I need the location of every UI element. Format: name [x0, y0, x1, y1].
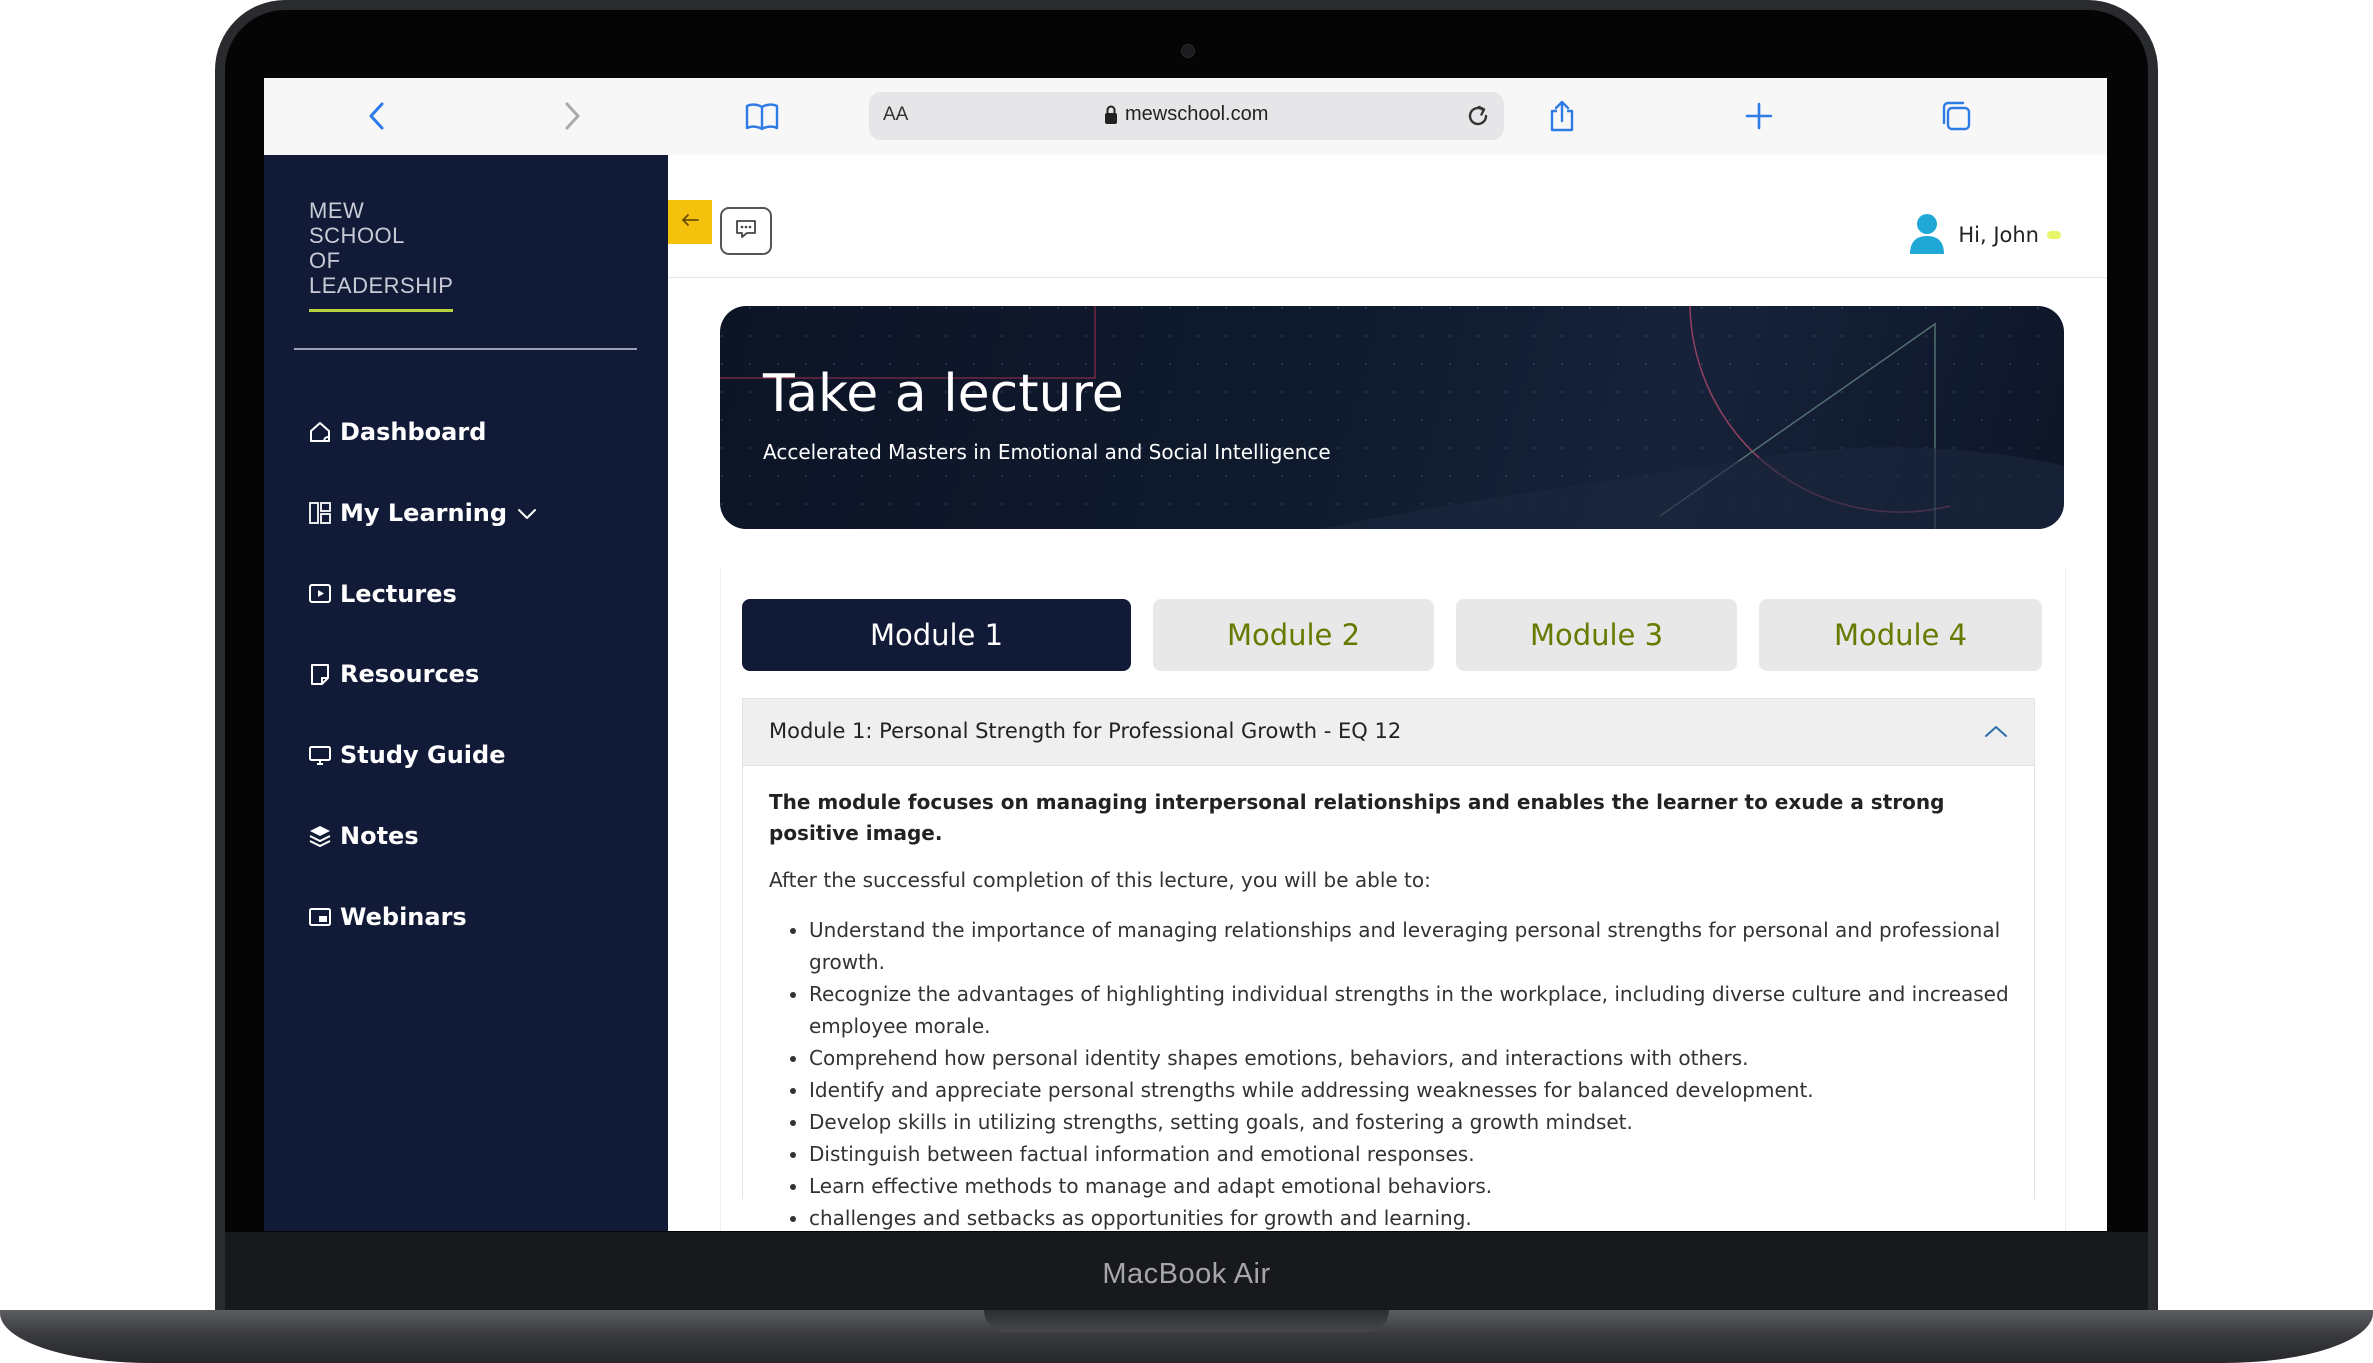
logo-underline	[309, 309, 453, 312]
layout-icon	[308, 501, 332, 525]
sidebar: MEW SCHOOL OF LEADERSHIP Dashboard My Le…	[264, 155, 668, 1231]
sidebar-item-my-learning[interactable]: My Learning	[308, 499, 537, 527]
layers-icon	[308, 824, 332, 848]
list-item: Learn effective methods to manage and ad…	[809, 1170, 2009, 1202]
sidebar-item-notes[interactable]: Notes	[308, 822, 419, 850]
user-greeting: Hi, John	[1958, 223, 2039, 247]
sidebar-item-resources[interactable]: Resources	[308, 660, 479, 688]
tab-module-3[interactable]: Module 3	[1456, 599, 1737, 671]
hero-subtitle: Accelerated Masters in Emotional and Soc…	[763, 440, 1331, 464]
play-icon	[308, 582, 332, 606]
list-item: Recognize the advantages of highlighting…	[809, 978, 2009, 1042]
url-text: mewschool.com	[1125, 103, 1269, 125]
module-title: Module 1: Personal Strength for Professi…	[769, 719, 1402, 743]
bookmarks-icon[interactable]	[742, 96, 782, 136]
device-label: MacBook Air	[1102, 1258, 1271, 1290]
sidebar-item-dashboard[interactable]: Dashboard	[308, 418, 486, 446]
hero-title: Take a lecture	[763, 364, 1124, 424]
user-menu[interactable]: Hi, John	[1908, 212, 2061, 258]
screen: AA mewschool.com MEW SCHOOL OF LEADERSHI…	[264, 78, 2107, 1231]
avatar-icon	[1908, 212, 1946, 258]
chevron-up-icon[interactable]	[1984, 723, 2008, 742]
accordion-header[interactable]: Module 1: Personal Strength for Professi…	[743, 699, 2034, 766]
tab-module-4[interactable]: Module 4	[1759, 599, 2042, 671]
document-icon	[308, 662, 332, 686]
learning-outcomes-list: Understand the importance of managing re…	[769, 914, 2009, 1231]
reload-icon[interactable]	[1464, 102, 1492, 134]
list-item: challenges and setbacks as opportunities…	[809, 1202, 2009, 1231]
camera	[1181, 44, 1195, 58]
module-tabs: Module 1 Module 2 Module 3 Module 4	[742, 599, 2042, 671]
chevron-down-icon[interactable]	[517, 499, 537, 527]
accordion-body: The module focuses on managing interpers…	[769, 787, 2009, 1231]
back-chevron-icon[interactable]	[357, 96, 397, 136]
list-item: Develop skills in utilizing strengths, s…	[809, 1106, 2009, 1138]
sidebar-divider	[294, 348, 637, 350]
tab-module-2[interactable]: Module 2	[1153, 599, 1434, 671]
lock-icon	[1103, 104, 1119, 130]
list-item: Comprehend how personal identity shapes …	[809, 1042, 2009, 1074]
module-accordion: Module 1: Personal Strength for Professi…	[742, 698, 2035, 1230]
status-indicator	[2047, 231, 2061, 239]
list-item: Identify and appreciate personal strengt…	[809, 1074, 2009, 1106]
browser-toolbar: AA mewschool.com	[264, 78, 2107, 156]
module-intro: After the successful completion of this …	[769, 868, 1431, 892]
sidebar-item-webinars[interactable]: Webinars	[308, 903, 467, 931]
tabs-overview-icon[interactable]	[1936, 96, 1976, 136]
list-item: Distinguish between factual information …	[809, 1138, 2009, 1170]
address-bar[interactable]: AA mewschool.com	[869, 92, 1504, 140]
sidebar-item-study-guide[interactable]: Study Guide	[308, 741, 506, 769]
chat-button[interactable]	[720, 207, 772, 255]
hero-banner: Take a lecture Accelerated Masters in Em…	[720, 306, 2064, 529]
picture-in-picture-icon	[308, 905, 332, 929]
sidebar-item-lectures[interactable]: Lectures	[308, 580, 457, 608]
text-size-button[interactable]: AA	[883, 104, 908, 126]
new-tab-plus-icon[interactable]	[1739, 96, 1779, 136]
tab-module-1[interactable]: Module 1	[742, 599, 1131, 671]
laptop-notch	[984, 1310, 1389, 1332]
arrow-left-icon	[680, 212, 700, 232]
school-logo[interactable]: MEW SCHOOL OF LEADERSHIP	[309, 198, 453, 298]
top-bar: Hi, John	[668, 155, 2107, 278]
monitor-icon	[308, 743, 332, 767]
chat-icon	[734, 218, 758, 244]
collapse-sidebar-button[interactable]	[668, 200, 712, 244]
share-icon[interactable]	[1542, 96, 1582, 136]
list-item: Understand the importance of managing re…	[809, 914, 2009, 978]
home-icon	[308, 420, 332, 444]
module-lead: The module focuses on managing interpers…	[769, 790, 1945, 845]
forward-chevron-icon[interactable]	[552, 96, 592, 136]
